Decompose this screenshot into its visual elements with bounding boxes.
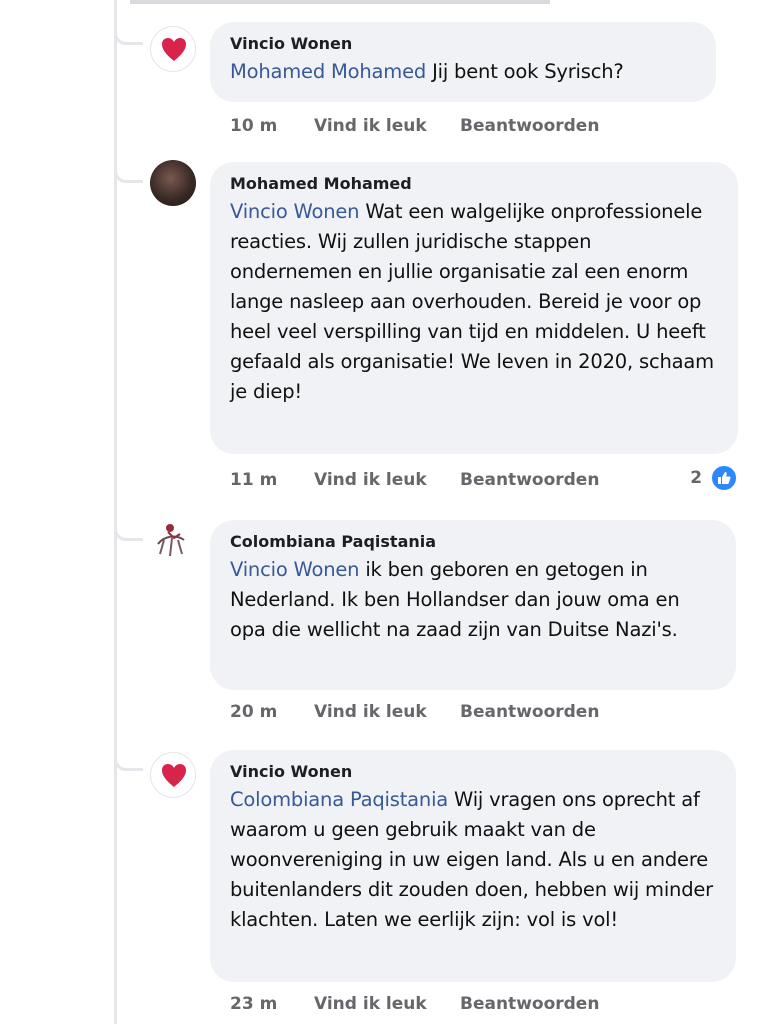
- comment-bubble: Mohamed Mohamed Vincio Wonen Wat een wal…: [210, 162, 738, 454]
- comment-bubble: Vincio Wonen Mohamed Mohamed Jij bent oo…: [210, 22, 716, 102]
- avatar[interactable]: [150, 518, 196, 564]
- thread-connector: [114, 518, 143, 541]
- comment-author[interactable]: Mohamed Mohamed: [230, 174, 716, 193]
- thread-line: [114, 0, 117, 1024]
- reaction-summary[interactable]: 2: [690, 464, 738, 492]
- reply-button[interactable]: Beantwoorden: [460, 470, 599, 490]
- comment-body: Jij bent ook Syrisch?: [426, 60, 624, 83]
- mention-link[interactable]: Vincio Wonen: [230, 558, 360, 581]
- comment-bubble: Colombiana Paqistania Vincio Wonen ik be…: [210, 520, 736, 690]
- avatar[interactable]: [150, 160, 196, 206]
- comment-text: Colombiana Paqistania Wij vragen ons opr…: [230, 785, 714, 935]
- reaction-count: 2: [690, 468, 703, 488]
- mention-link[interactable]: Vincio Wonen: [230, 200, 360, 223]
- comment-text: Vincio Wonen Wat een walgelijke onprofes…: [230, 197, 716, 407]
- timestamp[interactable]: 10 m: [230, 116, 277, 136]
- comment-body: Wat een walgelijke onprofessionele react…: [230, 200, 714, 403]
- thumbs-up-icon: [710, 464, 738, 492]
- reply-button[interactable]: Beantwoorden: [460, 994, 599, 1014]
- avatar[interactable]: [150, 26, 196, 72]
- timestamp[interactable]: 20 m: [230, 702, 277, 722]
- heart-icon: [162, 764, 186, 787]
- mention-link[interactable]: Mohamed Mohamed: [230, 60, 426, 83]
- like-button[interactable]: Vind ik leuk: [314, 702, 427, 722]
- avatar[interactable]: [150, 752, 196, 798]
- heart-icon: [162, 38, 186, 61]
- previous-comment-edge: [130, 0, 550, 4]
- comment-bubble: Vincio Wonen Colombiana Paqistania Wij v…: [210, 750, 736, 982]
- timestamp[interactable]: 11 m: [230, 470, 277, 490]
- thread-connector: [114, 22, 143, 45]
- reply-button[interactable]: Beantwoorden: [460, 116, 599, 136]
- comment-text: Mohamed Mohamed Jij bent ook Syrisch?: [230, 57, 694, 87]
- mention-link[interactable]: Colombiana Paqistania: [230, 788, 448, 811]
- comment-author[interactable]: Colombiana Paqistania: [230, 532, 714, 551]
- thread-connector: [114, 160, 143, 183]
- reply-button[interactable]: Beantwoorden: [460, 702, 599, 722]
- like-button[interactable]: Vind ik leuk: [314, 470, 427, 490]
- character-sketch-icon: [157, 524, 185, 557]
- timestamp[interactable]: 23 m: [230, 994, 277, 1014]
- thread-connector: [114, 748, 143, 771]
- like-button[interactable]: Vind ik leuk: [314, 994, 427, 1014]
- like-button[interactable]: Vind ik leuk: [314, 116, 427, 136]
- comment-text: Vincio Wonen ik ben geboren en getogen i…: [230, 555, 714, 645]
- comment-author[interactable]: Vincio Wonen: [230, 762, 714, 781]
- comment-author[interactable]: Vincio Wonen: [230, 34, 694, 53]
